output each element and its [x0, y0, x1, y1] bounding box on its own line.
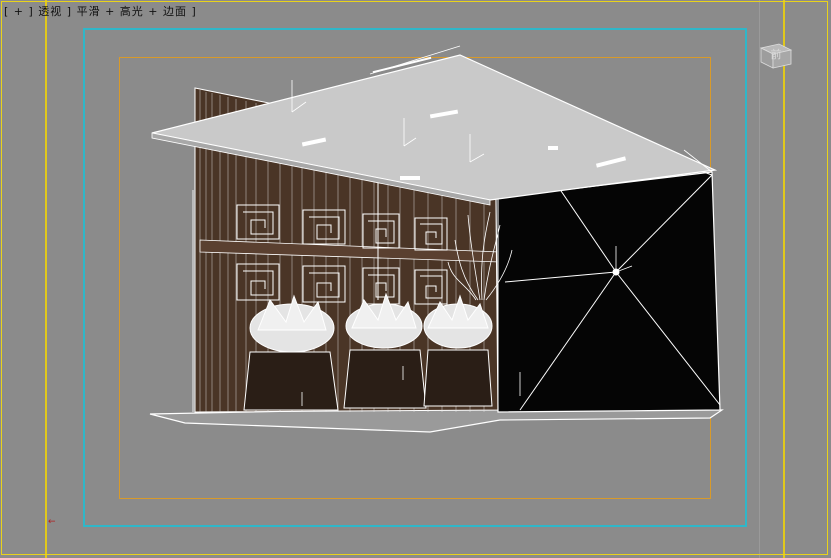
3d-scene-render[interactable]	[0, 0, 831, 558]
pedestals	[243, 349, 493, 411]
viewport-perspective[interactable]: [ + ] 透视 ] 平滑 + 高光 + 边面 ] 前 ←	[0, 0, 831, 558]
origin-marker-icon: ←	[48, 517, 56, 527]
viewcube[interactable]: 前	[757, 40, 795, 70]
dark-wall-right	[495, 171, 721, 413]
viewcube-face-label: 前	[770, 48, 782, 61]
